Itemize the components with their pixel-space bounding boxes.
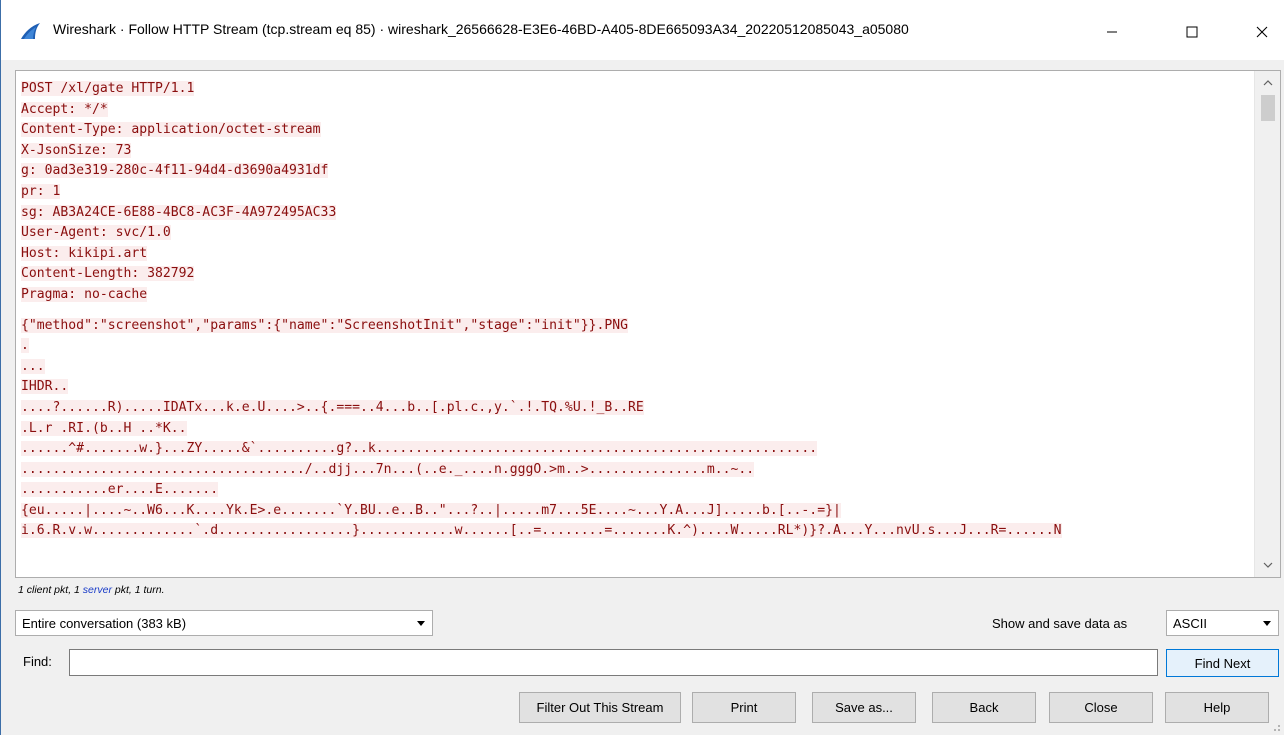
stream-line: Host: kikipi.art xyxy=(21,244,1254,265)
resize-grip-icon[interactable] xyxy=(1271,722,1281,732)
maximize-button[interactable] xyxy=(1169,10,1215,54)
stream-line-text: Content-Length: 382792 xyxy=(21,266,195,282)
find-next-button[interactable]: Find Next xyxy=(1166,649,1279,677)
stream-text-area[interactable]: POST /xl/gate HTTP/1.1 Accept: */* Content… xyxy=(16,71,1254,577)
stream-line-text: Accept: */* xyxy=(21,101,108,117)
stream-line-text: {"method":"screenshot","params":{"name":… xyxy=(21,317,628,333)
stream-line: ..................................../..d… xyxy=(21,460,1254,481)
stats-prefix: 1 client pkt, 1 xyxy=(18,584,83,596)
stream-line-text: pr: 1 xyxy=(21,183,61,199)
stream-line-text: i.6.R.v.w.............`.d...............… xyxy=(21,523,1062,539)
stream-line xyxy=(21,306,1254,316)
stream-line: pr: 1 xyxy=(21,182,1254,203)
stats-suffix: pkt, 1 turn. xyxy=(111,584,165,596)
stream-line-text: {eu.....|....~..W6...K....Yk.E>.e.......… xyxy=(21,502,841,518)
stream-line-text: POST /xl/gate HTTP/1.1 xyxy=(21,81,195,96)
stream-line-text: . xyxy=(21,338,29,354)
dropdown-arrow-icon xyxy=(1263,621,1271,626)
find-label: Find: xyxy=(23,654,52,669)
vertical-scrollbar[interactable] xyxy=(1254,71,1280,577)
scroll-up-button[interactable] xyxy=(1255,73,1280,93)
stream-line: Content-Type: application/octet-stream xyxy=(21,120,1254,141)
chevron-down-icon xyxy=(1263,562,1273,568)
chevron-up-icon xyxy=(1263,80,1273,86)
stream-line-text: User-Agent: svc/1.0 xyxy=(21,225,171,241)
stream-line: Accept: */* xyxy=(21,100,1254,121)
stream-line: X-JsonSize: 73 xyxy=(21,141,1254,162)
data-format-select[interactable]: ASCII xyxy=(1166,610,1279,636)
save-as-button[interactable]: Save as... xyxy=(812,692,916,723)
stream-line-text: sg: AB3A24CE-6E88-4BC8-AC3F-4A972495AC33 xyxy=(21,204,337,220)
stream-line: ......^#.......w.}...ZY.....&`..........… xyxy=(21,439,1254,460)
stream-line-text: ... xyxy=(21,358,45,374)
minimize-icon xyxy=(1107,31,1117,33)
stream-line-text: g: 0ad3e319-280c-4f11-94d4-d3690a4931df xyxy=(21,163,329,179)
follow-stream-window: Wireshark · Follow HTTP Stream (tcp.stre… xyxy=(0,0,1284,735)
stream-line-text: ..................................../..d… xyxy=(21,461,755,477)
stream-line-text: X-JsonSize: 73 xyxy=(21,142,132,158)
stream-line: Pragma: no-cache xyxy=(21,285,1254,306)
close-window-button[interactable] xyxy=(1239,10,1284,54)
save-format-label: Show and save data as xyxy=(992,616,1128,631)
stream-line-text: ...........er....E....... xyxy=(21,482,219,498)
scroll-thumb[interactable] xyxy=(1261,95,1275,121)
stream-line-text: .L.r .RI.(b..H ..*K.. xyxy=(21,420,187,436)
stream-line: POST /xl/gate HTTP/1.1 xyxy=(21,79,1254,100)
stream-line: {"method":"screenshot","params":{"name":… xyxy=(21,316,1254,337)
stream-content-panel[interactable]: POST /xl/gate HTTP/1.1 Accept: */* Content… xyxy=(15,70,1281,578)
stream-line-text: ......^#.......w.}...ZY.....&`..........… xyxy=(21,441,818,457)
stream-line-text: Pragma: no-cache xyxy=(21,286,148,302)
filter-out-stream-button[interactable]: Filter Out This Stream xyxy=(519,692,681,723)
stream-line: ....?......R).....IDATx...k.e.U....>..{.… xyxy=(21,398,1254,419)
conversation-select[interactable]: Entire conversation (383 kB) xyxy=(15,610,433,636)
wireshark-fin-icon xyxy=(21,23,40,39)
window-title: Wireshark · Follow HTTP Stream (tcp.stre… xyxy=(53,21,909,37)
stream-line: .L.r .RI.(b..H ..*K.. xyxy=(21,419,1254,440)
close-icon xyxy=(1256,26,1268,38)
help-button[interactable]: Help xyxy=(1165,692,1269,723)
stream-line-text: Content-Type: application/octet-stream xyxy=(21,122,321,138)
stream-line: IHDR.. xyxy=(21,377,1254,398)
stream-line: . xyxy=(21,336,1254,357)
stream-line-text: Host: kikipi.art xyxy=(21,245,148,261)
stream-line: ... xyxy=(21,357,1254,378)
stats-server-word: server xyxy=(82,584,112,596)
close-button[interactable]: Close xyxy=(1049,692,1153,723)
scroll-down-button[interactable] xyxy=(1255,555,1280,575)
title-bar[interactable]: Wireshark · Follow HTTP Stream (tcp.stre… xyxy=(1,0,1284,60)
conversation-select-value: Entire conversation (383 kB) xyxy=(22,615,187,631)
stream-line: User-Agent: svc/1.0 xyxy=(21,223,1254,244)
minimize-button[interactable] xyxy=(1089,10,1135,54)
stream-line: g: 0ad3e319-280c-4f11-94d4-d3690a4931df xyxy=(21,161,1254,182)
stream-stats: 1 client pkt, 1 server pkt, 1 turn. xyxy=(18,584,165,596)
back-button[interactable]: Back xyxy=(932,692,1036,723)
stream-line: Content-Length: 382792 xyxy=(21,264,1254,285)
stream-line: i.6.R.v.w.............`.d...............… xyxy=(21,521,1254,542)
stream-line-text: ....?......R).....IDATx...k.e.U....>..{.… xyxy=(21,399,644,415)
stream-line: sg: AB3A24CE-6E88-4BC8-AC3F-4A972495AC33 xyxy=(21,203,1254,224)
data-format-select-value: ASCII xyxy=(1173,615,1207,631)
maximize-icon xyxy=(1186,26,1198,38)
dropdown-arrow-icon xyxy=(417,621,425,626)
stream-line-text: IHDR.. xyxy=(21,379,69,395)
print-button[interactable]: Print xyxy=(692,692,796,723)
stream-line: {eu.....|....~..W6...K....Yk.E>.e.......… xyxy=(21,501,1254,522)
find-input[interactable] xyxy=(69,649,1158,676)
stream-line: ...........er....E....... xyxy=(21,480,1254,501)
